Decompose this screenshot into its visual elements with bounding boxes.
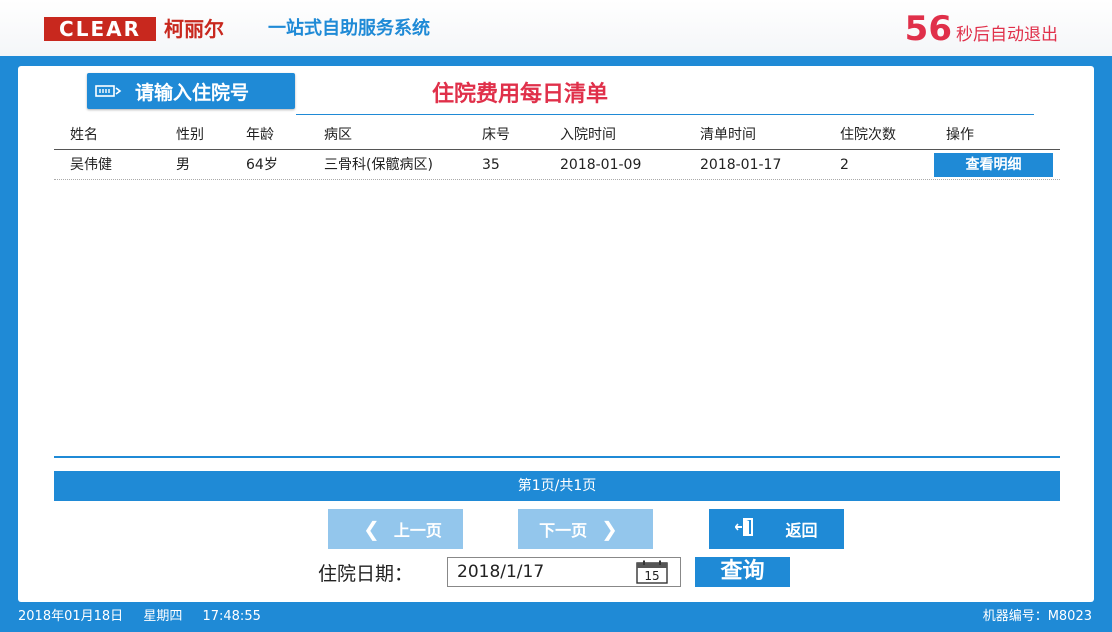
previous-page-label: 上一页 — [393, 521, 442, 540]
back-label: 返回 — [785, 521, 818, 540]
table-row[interactable]: 吴伟健 男 64岁 三骨科(保髋病区) 35 2018-01-09 2018-0… — [54, 150, 1060, 180]
machine-number: 机器编号：M8023 — [982, 609, 1092, 624]
table-bottom-divider — [54, 456, 1060, 458]
table-header: 姓名 性别 年龄 病区 床号 入院时间 清单时间 住院次数 操作 — [54, 120, 1060, 150]
header-times: 住院次数 — [840, 127, 896, 143]
admission-date-label: 住院日期： — [318, 563, 414, 585]
header-name: 姓名 — [70, 127, 98, 143]
cell-list-date: 2018-01-17 — [700, 157, 782, 173]
pagination-info: 第1页/共1页 — [54, 471, 1060, 501]
calendar-day-text: 15 — [644, 569, 659, 583]
next-page-button[interactable]: 下一页 ❯ — [518, 509, 653, 549]
query-button[interactable]: 查询 — [695, 557, 790, 587]
enter-admission-number-label: 请输入住院号 — [135, 82, 250, 104]
inpatient-list-table: 姓名 性别 年龄 病区 床号 入院时间 清单时间 住院次数 操作 吴伟健 男 6… — [54, 120, 1060, 180]
countdown-seconds: 56 — [904, 9, 952, 49]
enter-admission-number-button[interactable]: 请输入住院号 — [87, 73, 295, 109]
cell-bed: 35 — [482, 157, 500, 173]
cell-times: 2 — [840, 157, 849, 173]
status-time: 17:48:55 — [202, 609, 261, 624]
header-bed: 床号 — [482, 127, 510, 143]
title-divider — [296, 114, 1034, 115]
header-list-date: 清单时间 — [700, 127, 756, 143]
view-details-button[interactable]: 查看明细 — [934, 153, 1053, 177]
previous-page-button[interactable]: ❮ 上一页 — [328, 509, 463, 549]
next-page-label: 下一页 — [539, 521, 588, 540]
system-name: 一站式自助服务系统 — [268, 18, 430, 39]
exit-door-icon — [734, 517, 755, 541]
cell-admit-date: 2018-01-09 — [560, 157, 642, 173]
status-weekday: 星期四 — [143, 609, 183, 624]
cell-ward: 三骨科(保髋病区) — [324, 157, 433, 173]
status-date: 2018年01月18日 — [18, 609, 124, 624]
cell-gender: 男 — [176, 157, 190, 173]
header-ward: 病区 — [324, 127, 352, 143]
auto-exit-countdown: 56 秒后自动退出 — [905, 8, 1058, 50]
chevron-left-icon: ❮ — [363, 517, 380, 541]
brand-name: 柯丽尔 — [164, 17, 224, 41]
cell-age: 64岁 — [246, 157, 278, 173]
status-datetime: 2018年01月18日 星期四 17:48:55 — [18, 606, 277, 628]
header-age: 年龄 — [246, 127, 274, 143]
header-gender: 性别 — [176, 127, 204, 143]
header-admit-date: 入院时间 — [560, 127, 616, 143]
header-action: 操作 — [946, 127, 974, 143]
app-header: CLEAR 柯丽尔 一站式自助服务系统 56 秒后自动退出 — [0, 0, 1112, 56]
back-button[interactable]: 返回 — [709, 509, 844, 549]
cell-name: 吴伟健 — [70, 157, 112, 173]
calendar-icon[interactable]: 15 — [636, 560, 668, 584]
countdown-text: 秒后自动退出 — [956, 25, 1058, 45]
clear-logo: CLEAR — [44, 17, 156, 41]
chevron-right-icon: ❯ — [601, 517, 618, 541]
keyboard-icon — [95, 84, 123, 98]
page-title: 住院费用每日清单 — [432, 82, 609, 107]
